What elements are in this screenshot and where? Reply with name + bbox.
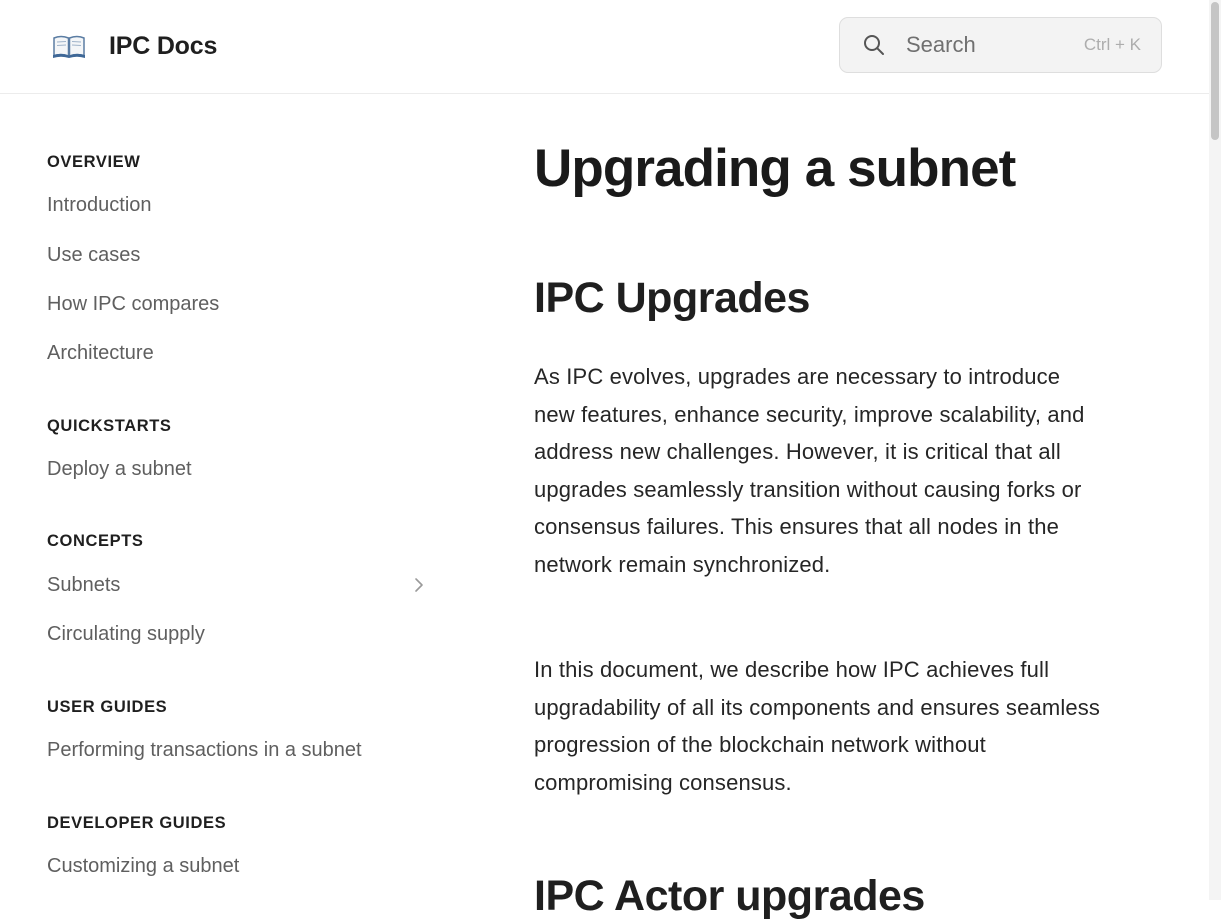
section-heading-ipc-actor-upgrades: IPC Actor upgrades <box>534 872 925 920</box>
section-heading-ipc-upgrades: IPC Upgrades <box>534 274 810 322</box>
paragraph-intro: As IPC evolves, upgrades are necessary t… <box>534 364 1085 577</box>
sidebar-section-user-guides: USER GUIDES <box>47 698 168 716</box>
sidebar-item-customizing-a-subnet[interactable]: Customizing a subnet <box>47 855 239 878</box>
sidebar-item-subnets[interactable]: Subnets <box>47 574 120 597</box>
sidebar-item-circulating-supply[interactable]: Circulating supply <box>47 623 205 646</box>
search-icon <box>862 33 886 57</box>
sidebar-item-architecture[interactable]: Architecture <box>47 342 154 365</box>
search-shortcut-hint: Ctrl + K <box>1083 35 1141 54</box>
sidebar-item-introduction[interactable]: Introduction <box>47 194 152 217</box>
sidebar-section-developer-guides: DEVELOPER GUIDES <box>47 814 227 832</box>
search-button[interactable]: Search Ctrl + K <box>839 17 1162 73</box>
sidebar-section-overview: OVERVIEW <box>47 153 141 171</box>
page-scrollbar[interactable] <box>1209 0 1221 900</box>
page-title: Upgrading a subnet <box>534 139 1016 198</box>
chevron-right-icon[interactable] <box>411 577 427 593</box>
open-book-icon <box>52 33 86 59</box>
paragraph-description: In this document, we describe how IPC ac… <box>534 657 1101 795</box>
sidebar-section-quickstarts: QUICKSTARTS <box>47 417 172 435</box>
top-navbar: IPC Docs Search Ctrl + K <box>0 0 1209 94</box>
sidebar-section-concepts: CONCEPTS <box>47 532 144 550</box>
sidebar-item-performing-transactions[interactable]: Performing transactions in a subnet <box>47 739 362 762</box>
search-placeholder: Search <box>906 32 976 57</box>
sidebar-item-use-cases[interactable]: Use cases <box>47 244 140 267</box>
sidebar-item-how-ipc-compares[interactable]: How IPC compares <box>47 293 219 316</box>
brand-title: IPC Docs <box>109 31 218 60</box>
scrollbar-thumb[interactable] <box>1211 2 1219 140</box>
sidebar-item-deploy-a-subnet[interactable]: Deploy a subnet <box>47 458 192 481</box>
brand-link[interactable]: IPC Docs <box>52 24 217 68</box>
sidebar-navigation: OVERVIEW Introduction Use cases How IPC … <box>47 94 437 900</box>
